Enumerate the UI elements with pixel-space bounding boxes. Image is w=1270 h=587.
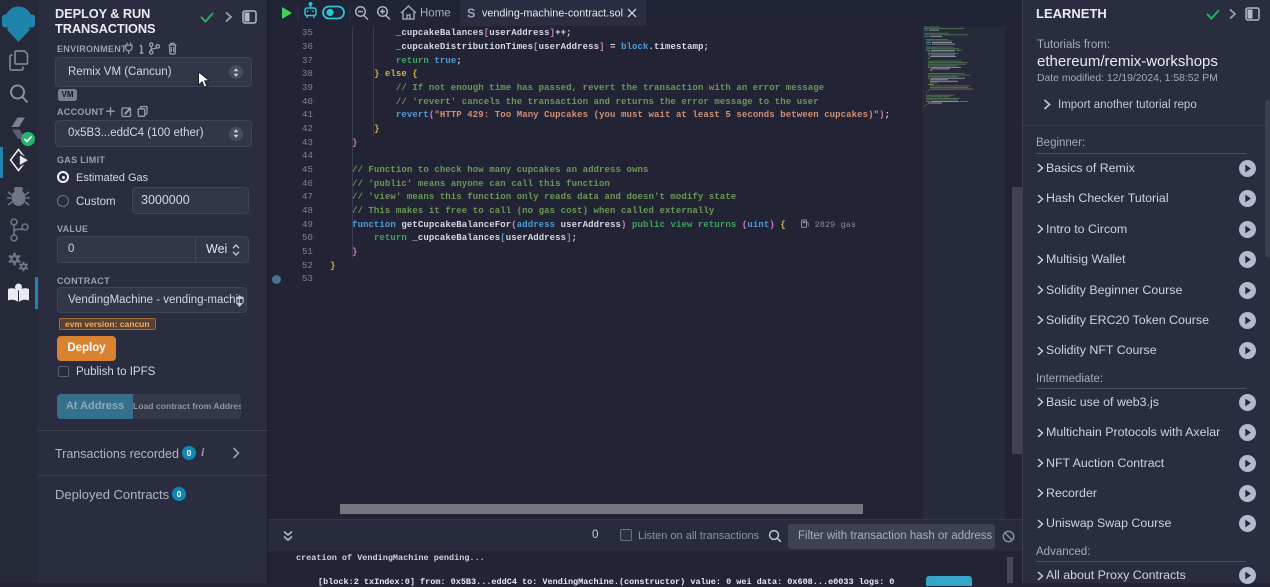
svg-text:S: S (467, 7, 475, 21)
svg-text:vending-machine-contract.sol: vending-machine-contract.sol (482, 8, 623, 20)
svg-text:Home: Home (420, 8, 451, 20)
